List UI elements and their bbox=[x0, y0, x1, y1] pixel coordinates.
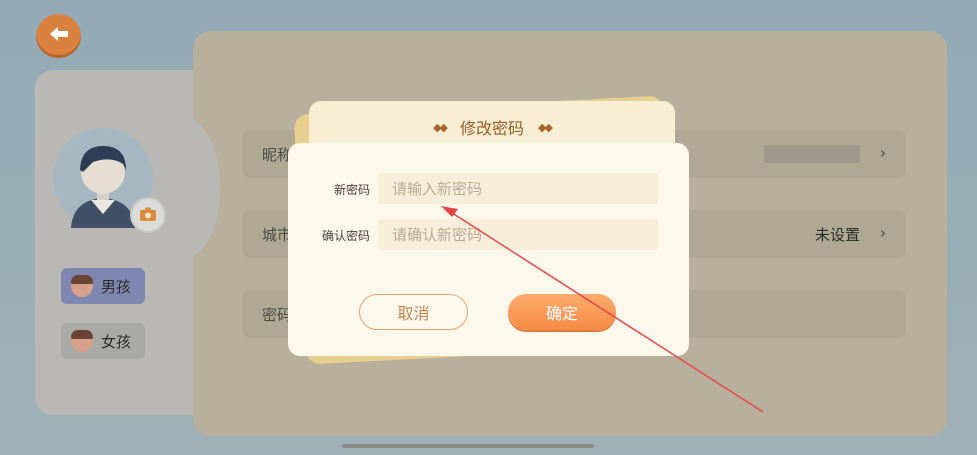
confirm-password-input[interactable]: 请确认新密码 bbox=[378, 219, 658, 250]
cancel-button-label: 取消 bbox=[397, 304, 430, 323]
row-city-value: 未设置 bbox=[814, 226, 860, 244]
new-password-label: 新密码 bbox=[333, 183, 370, 197]
gender-girl-label: 女孩 bbox=[101, 332, 132, 351]
chevron-right-icon: › bbox=[880, 144, 886, 162]
cancel-button[interactable]: 取消 bbox=[359, 294, 468, 330]
new-password-placeholder: 请输入新密码 bbox=[392, 180, 483, 198]
nickname-value-redacted bbox=[764, 145, 860, 163]
back-button[interactable] bbox=[36, 14, 81, 58]
gender-boy-label: 男孩 bbox=[101, 277, 132, 296]
back-arrow-icon bbox=[48, 25, 70, 47]
confirm-password-label: 确认密码 bbox=[321, 229, 370, 243]
diamond-ornament-icon: ◆◆ bbox=[433, 120, 448, 134]
gender-option-girl[interactable]: 女孩 bbox=[61, 323, 145, 359]
dialog-title-bar: ◆◆ 修改密码 ◆◆ bbox=[309, 112, 675, 142]
confirm-button[interactable]: 确定 bbox=[508, 294, 616, 330]
change-avatar-button[interactable] bbox=[130, 197, 166, 233]
chevron-right-icon: › bbox=[880, 224, 886, 242]
boy-icon bbox=[71, 275, 93, 297]
confirm-button-label: 确定 bbox=[545, 304, 578, 323]
panel-notch bbox=[150, 118, 220, 258]
gender-option-boy[interactable]: 男孩 bbox=[61, 268, 145, 304]
new-password-input[interactable]: 请输入新密码 bbox=[378, 173, 658, 204]
camera-icon bbox=[140, 206, 156, 225]
girl-icon bbox=[71, 330, 93, 352]
home-indicator[interactable] bbox=[342, 444, 594, 448]
dialog-title: 修改密码 bbox=[459, 119, 524, 138]
confirm-password-placeholder: 请确认新密码 bbox=[392, 226, 483, 244]
diamond-ornament-icon: ◆◆ bbox=[538, 120, 553, 134]
